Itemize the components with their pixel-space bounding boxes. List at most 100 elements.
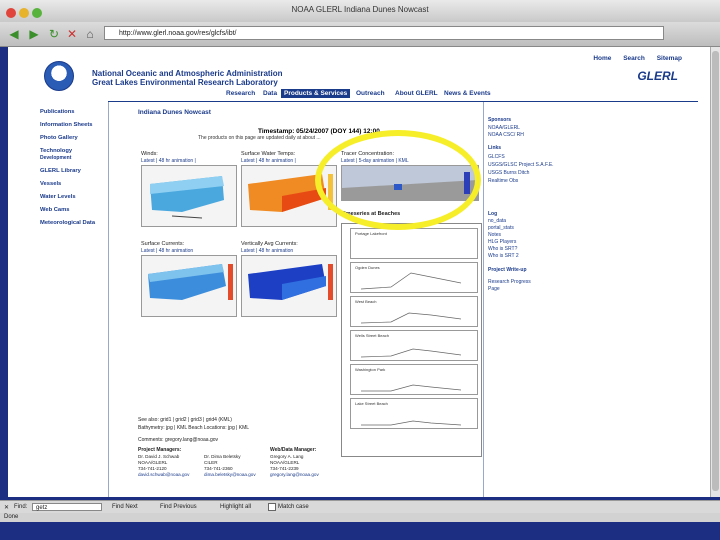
pm-block: Dr. David J. Schwab NOAA/GLERL 734-741-2…: [138, 454, 189, 478]
surface-currents-map[interactable]: [141, 255, 237, 317]
pm2-block: Dr. Dima Beletsky CILER 734-741-2360 dim…: [204, 454, 256, 478]
org-name-line1: National Oceanic and Atmospheric Adminis…: [92, 69, 283, 78]
timeseries-plot: West Beach: [350, 296, 478, 327]
pm2-email[interactable]: dima.beletsky@noaa.gov: [204, 472, 256, 478]
timeseries-line: [361, 420, 462, 426]
rnav-log-heading: Log: [488, 211, 498, 217]
comments-email[interactable]: Comments: gregory.lang@noaa.gov: [138, 437, 218, 443]
menu-divider: [108, 101, 698, 102]
sitemap-link[interactable]: Sitemap: [657, 55, 682, 62]
panel-links-water-temps[interactable]: Latest | 48 hr animation |: [241, 158, 296, 164]
rnav-sponsors-heading: Sponsors: [488, 117, 512, 123]
url-field[interactable]: http://www.glerl.noaa.gov/res/glcfs/ibt/: [104, 26, 664, 40]
timeseries-line: [360, 272, 462, 290]
menu-news-events[interactable]: News & Events: [444, 90, 491, 97]
panel-links-vavg-currents[interactable]: Latest | 48 hr animation: [241, 248, 293, 254]
reload-icon[interactable]: ↻: [46, 26, 62, 42]
menu-about-glerl[interactable]: About GLERL: [395, 90, 438, 97]
bottom-band: [0, 522, 720, 540]
rnav-research-progress[interactable]: Research Progress: [488, 279, 531, 285]
search-link[interactable]: Search: [623, 55, 645, 62]
timeseries-plot: Washington Park: [350, 364, 478, 395]
wd-email[interactable]: gregory.lang@noaa.gov: [270, 472, 319, 478]
home-link[interactable]: Home: [593, 55, 611, 62]
rnav-project-writeup[interactable]: Project Write-up: [488, 267, 527, 273]
timeseries-plot: Portage Lakefront: [350, 228, 478, 259]
window-title: NOAA GLERL Indiana Dunes Nowcast: [291, 5, 429, 14]
find-next-button[interactable]: Find Next: [112, 504, 138, 510]
timeseries-plot-label: Portage Lakefront: [355, 231, 387, 236]
rnav-noaa-glerl[interactable]: NOAA/GLERL: [488, 125, 520, 131]
scale-line: [171, 215, 203, 219]
nav-photo-gallery[interactable]: Photo Gallery: [40, 135, 78, 141]
currents-colorbar: [228, 264, 233, 300]
see-also-links[interactable]: See also: grid1 | grid2 | grid3 | grid4 …: [138, 417, 232, 423]
rnav-hlg-players[interactable]: HLG Players: [488, 239, 516, 245]
pm-email[interactable]: david.schwab@noaa.gov: [138, 472, 189, 478]
nav-vessels[interactable]: Vessels: [40, 181, 61, 187]
timeseries-line: [361, 384, 462, 392]
scrollbar-thumb[interactable]: [712, 51, 719, 491]
home-icon[interactable]: ⌂: [82, 26, 98, 42]
stop-icon[interactable]: ✕: [64, 26, 80, 42]
timeseries-chart[interactable]: Portage Lakefront Ogden Dunes West Beach…: [341, 223, 482, 457]
forward-arrow-icon[interactable]: ▶: [26, 26, 42, 42]
timeseries-plot: Ogden Dunes: [350, 262, 478, 293]
back-arrow-icon[interactable]: ◀: [6, 26, 22, 42]
nav-glerl-library[interactable]: GLERL Library: [40, 168, 81, 174]
status-text: Done: [4, 514, 19, 520]
vavg-currents-map[interactable]: [241, 255, 337, 317]
nav-meteorological-data[interactable]: Meteorological Data: [40, 220, 95, 226]
nav-information-sheets[interactable]: Information Sheets: [40, 122, 93, 128]
rnav-no-data[interactable]: no_data: [488, 218, 506, 224]
rnav-notes[interactable]: Notes: [488, 232, 501, 238]
rnav-noaa-csc[interactable]: NOAA CSC/ RH: [488, 132, 524, 138]
panel-links-winds[interactable]: Latest | 48 hr animation |: [141, 158, 196, 164]
webdata-manager-label: Web/Data Manager:: [270, 447, 317, 453]
org-name-line2: Great Lakes Environmental Research Labor…: [92, 78, 278, 87]
rnav-usgs-burns[interactable]: USGS Burns Ditch: [488, 170, 529, 176]
rnav-who-is-srt[interactable]: Who is SRT?: [488, 246, 517, 252]
panel-links-surface-currents[interactable]: Latest | 48 hr animation: [141, 248, 193, 254]
find-bar: ✕ Find: getz Find Next Find Previous Hig…: [0, 500, 720, 514]
winds-map[interactable]: [141, 165, 237, 227]
panel-title-winds: Winds:: [141, 151, 158, 157]
top-links: Home Search Sitemap: [583, 55, 682, 62]
rnav-who-is-srt-2[interactable]: Who is SRT 2: [488, 253, 519, 259]
menu-outreach[interactable]: Outreach: [356, 90, 385, 97]
winds-map-graphic: [150, 176, 224, 219]
right-divider: [483, 102, 484, 497]
match-case-checkbox[interactable]: [268, 503, 276, 511]
rnav-page[interactable]: Page: [488, 286, 500, 292]
nav-technology[interactable]: Technology: [40, 148, 72, 154]
rnav-glcfs[interactable]: GLCFS: [488, 154, 505, 160]
rnav-realtime-obs[interactable]: Realtime Obs: [488, 178, 518, 184]
timeseries-line: [360, 312, 462, 324]
find-input[interactable]: getz: [32, 503, 102, 511]
vavg-colorbar: [328, 264, 333, 300]
nav-web-cams[interactable]: Web Cams: [40, 207, 70, 213]
wd-block: Gregory A. Lang NOAA/GLERL 734-741-2239 …: [270, 454, 319, 478]
panel-title-water-temps: Surface Water Temps:: [241, 151, 296, 157]
find-previous-button[interactable]: Find Previous: [160, 504, 197, 510]
vavg-currents-graphic: [248, 264, 333, 300]
vertical-scrollbar[interactable]: [710, 47, 720, 497]
left-nav: Publications Information Sheets Photo Ga…: [8, 107, 108, 497]
main-menu: Research Data Products & Services Outrea…: [108, 89, 698, 100]
highlight-all-button[interactable]: Highlight all: [220, 504, 251, 510]
nav-development[interactable]: Development: [40, 155, 71, 161]
rnav-portal-stats[interactable]: portal_stats: [488, 225, 514, 231]
title-bar: NOAA GLERL Indiana Dunes Nowcast: [0, 0, 720, 23]
bathymetry-links[interactable]: Bathymetry: jpg | KML Beach Locations: j…: [138, 425, 249, 431]
nav-publications[interactable]: Publications: [40, 109, 74, 115]
glerl-logo[interactable]: GLERL: [637, 69, 678, 83]
menu-research[interactable]: Research: [226, 90, 255, 97]
menu-data[interactable]: Data: [263, 90, 277, 97]
nav-water-levels[interactable]: Water Levels: [40, 194, 76, 200]
close-find-icon[interactable]: ✕: [4, 504, 9, 511]
timeseries-plot: Lake Street Beach: [350, 398, 478, 429]
rnav-usgs-safe[interactable]: USGS/GLSC Project S.A.F.E.: [488, 162, 554, 168]
match-case-label: Match case: [278, 504, 309, 510]
noaa-logo-icon[interactable]: [44, 61, 74, 91]
menu-products-services[interactable]: Products & Services: [281, 89, 351, 98]
